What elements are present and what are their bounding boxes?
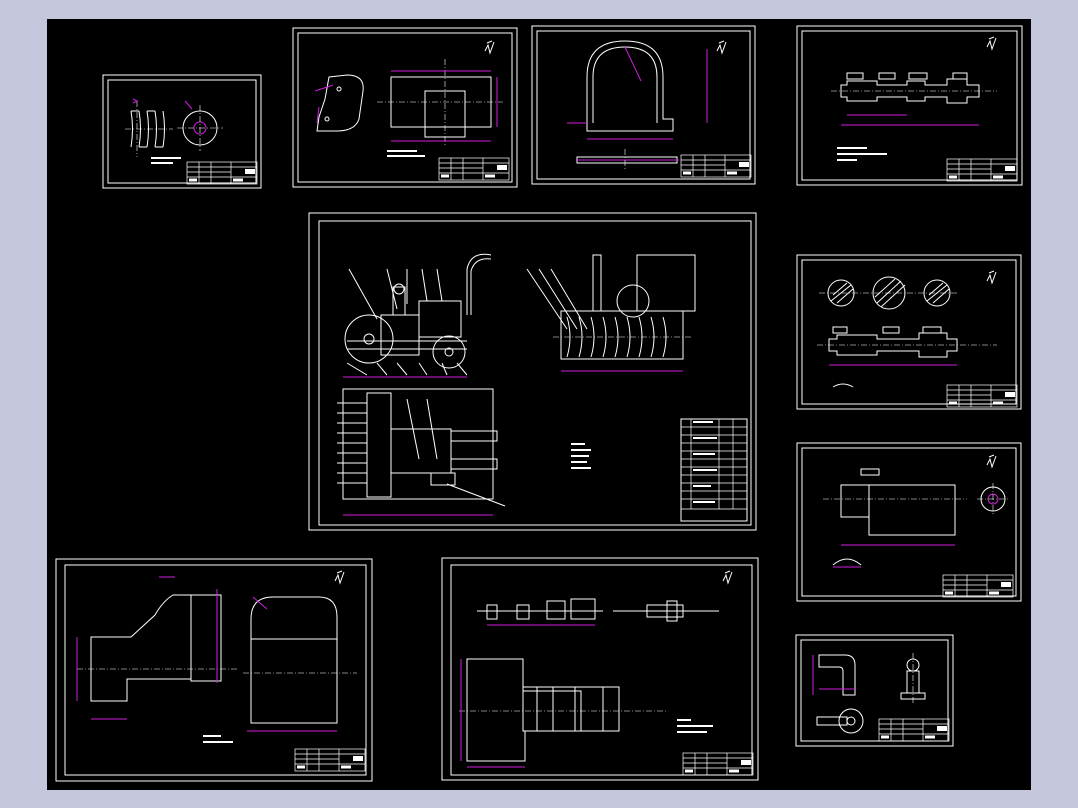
sheet-spring-detail[interactable] [102,74,262,189]
sheet-shaft-1[interactable] [796,25,1023,186]
sheet-bracket[interactable] [795,634,954,747]
sheet-assembly[interactable] [308,212,757,531]
sheet-arch-frame[interactable] [531,25,756,185]
cad-drawing-layer [55,25,1023,782]
sheet-housing[interactable] [55,558,373,782]
drawing-canvas[interactable] [47,19,1031,790]
sheet-shaft-sections[interactable] [796,254,1022,410]
sheet-pin-shaft[interactable] [796,442,1022,602]
sheet-cam-plate[interactable] [292,27,518,188]
sheet-frame-weldment[interactable] [441,557,759,781]
